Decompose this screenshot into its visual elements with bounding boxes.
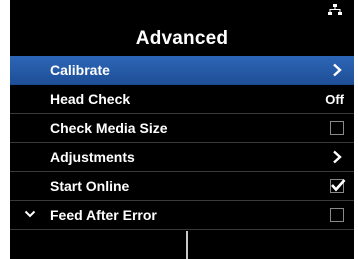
menu-item-label: Start Online	[50, 178, 130, 194]
network-icon	[328, 4, 342, 15]
menu-item-label: Feed After Error	[50, 207, 157, 223]
settings-menu: Calibrate Head Check Off Check Media Siz…	[10, 56, 354, 230]
menu-item-label: Check Media Size	[50, 120, 168, 136]
menu-item-start-online[interactable]: Start Online	[10, 172, 354, 201]
page-title: Advanced	[135, 28, 229, 49]
menu-item-head-check[interactable]: Head Check Off	[10, 85, 354, 114]
menu-item-label: Head Check	[50, 91, 131, 107]
menu-item-feed-after-error[interactable]: Feed After Error	[10, 201, 354, 230]
menu-item-calibrate[interactable]: Calibrate	[10, 56, 354, 85]
chevron-down-icon	[24, 210, 36, 218]
chevron-right-icon	[333, 150, 342, 164]
checkbox-unchecked[interactable]	[330, 208, 344, 222]
softkey-right[interactable]	[188, 231, 354, 259]
menu-item-label: Calibrate	[50, 62, 110, 78]
menu-item-adjustments[interactable]: Adjustments	[10, 143, 354, 172]
checkmark-icon	[331, 179, 346, 192]
menu-item-label: Adjustments	[50, 149, 135, 165]
head-check-value: Off	[325, 92, 344, 107]
chevron-right-icon	[333, 63, 342, 77]
softkey-bar	[10, 231, 354, 259]
checkbox-unchecked[interactable]	[330, 121, 344, 135]
checkbox-checked[interactable]	[330, 179, 346, 193]
printer-display: Advanced Calibrate Head Check Off Check …	[10, 0, 354, 259]
softkey-left[interactable]	[10, 231, 186, 259]
menu-item-check-media-size[interactable]: Check Media Size	[10, 114, 354, 143]
